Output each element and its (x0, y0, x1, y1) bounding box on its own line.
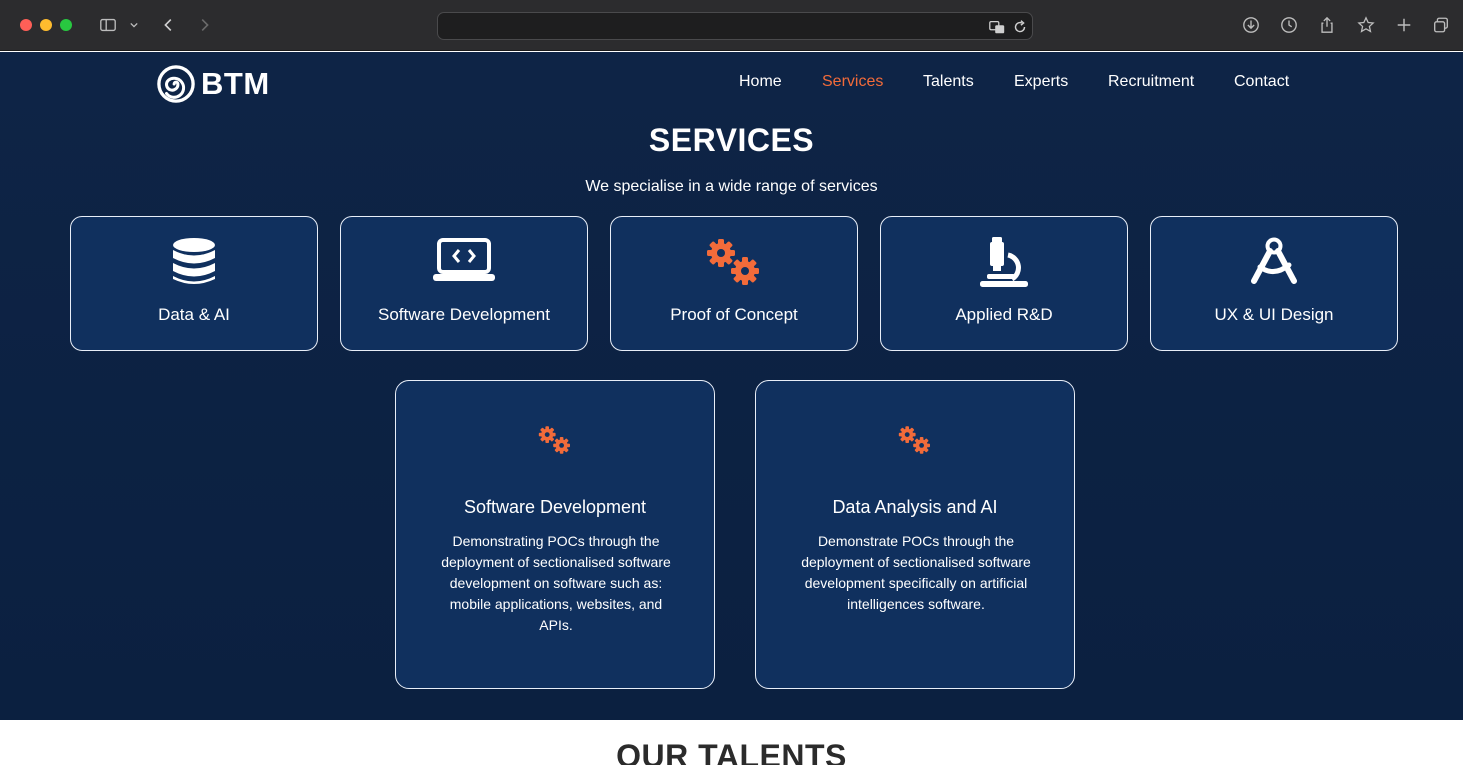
service-label: Applied R&D (955, 305, 1053, 324)
sidebar-toggle-icon[interactable] (97, 14, 119, 36)
nav-contact[interactable]: Contact (1234, 73, 1289, 91)
poc-card-description: Demonstrate POCs through the deployment … (801, 533, 1031, 612)
nav-recruitment[interactable]: Recruitment (1108, 73, 1194, 91)
nav-talents[interactable]: Talents (923, 73, 974, 91)
microscope-icon (980, 237, 1028, 287)
gears-icon (707, 239, 759, 285)
service-card-software-development[interactable]: Software Development (340, 216, 588, 351)
poc-card-software-development: Software Development Demonstrating POCs … (395, 380, 715, 689)
service-card-applied-rd[interactable]: Applied R&D (880, 216, 1128, 351)
service-card-proof-of-concept[interactable]: Proof of Concept (610, 216, 858, 351)
nav-experts[interactable]: Experts (1014, 73, 1068, 91)
service-label: Data & AI (158, 305, 230, 324)
reload-icon[interactable] (1011, 18, 1029, 36)
history-icon[interactable] (1278, 14, 1300, 36)
service-label: Proof of Concept (670, 305, 798, 324)
poc-card-description: Demonstrating POCs through the deploymen… (441, 533, 671, 633)
gears-icon (538, 426, 570, 454)
close-window-button[interactable] (20, 19, 32, 31)
share-icon[interactable] (1316, 14, 1338, 36)
nav-home[interactable]: Home (739, 73, 782, 91)
talents-section-title: OUR TALENTS (616, 738, 847, 765)
service-card-data-ai[interactable]: Data & AI (70, 216, 318, 351)
service-label: UX & UI Design (1214, 305, 1334, 324)
translate-icon[interactable] (988, 18, 1006, 36)
laptop-code-icon (433, 238, 495, 281)
maximize-window-button[interactable] (60, 19, 72, 31)
poc-card-title: Data Analysis and AI (832, 497, 998, 517)
service-label: Software Development (378, 305, 550, 324)
address-bar[interactable] (437, 12, 1033, 40)
poc-card-title: Software Development (463, 497, 647, 517)
browser-toolbar (0, 0, 1463, 51)
forward-button[interactable] (193, 14, 215, 36)
chevron-down-icon[interactable] (126, 14, 142, 36)
back-button[interactable] (158, 14, 180, 36)
page-title: SERVICES (648, 122, 815, 158)
bookmark-star-icon[interactable] (1355, 14, 1377, 36)
service-card-ux-ui-design[interactable]: UX & UI Design (1150, 216, 1398, 351)
gears-icon (898, 426, 930, 454)
database-icon (173, 238, 215, 284)
page-subtitle: We specialise in a wide range of service… (585, 178, 878, 195)
compass-drafting-icon (1251, 237, 1297, 284)
new-tab-icon[interactable] (1393, 14, 1415, 36)
downloads-icon[interactable] (1240, 14, 1262, 36)
services-section: BTM Home Services Talents Experts Recrui… (0, 52, 1463, 720)
poc-card-data-analysis-ai: Data Analysis and AI Demonstrate POCs th… (755, 380, 1075, 689)
tab-overview-icon[interactable] (1430, 14, 1452, 36)
nav-services[interactable]: Services (822, 73, 883, 91)
main-nav: Home Services Talents Experts Recruitmen… (0, 73, 1463, 95)
minimize-window-button[interactable] (40, 19, 52, 31)
